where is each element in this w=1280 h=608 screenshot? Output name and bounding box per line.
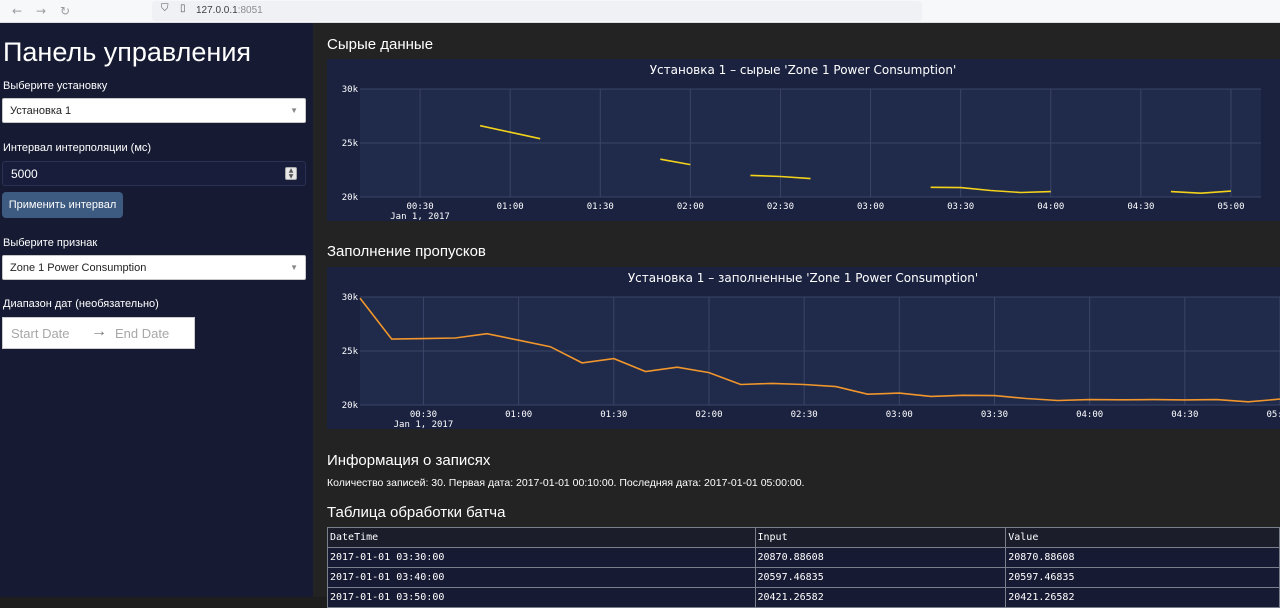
x-date-label: Jan 1, 2017	[390, 212, 450, 221]
column-header-datetime[interactable]: DateTime	[327, 527, 756, 548]
x-tick-label: 00:30	[410, 410, 437, 420]
x-tick-label: 00:30	[407, 202, 434, 212]
browser-toolbar: ← → ↻ ⛉ ▯ 127.0.0.1:8051	[0, 0, 1280, 23]
batch-table-header: Таблица обработки батча	[327, 504, 506, 521]
feature-select-value: Zone 1 Power Consumption	[10, 262, 147, 274]
y-tick-label: 20k	[342, 401, 359, 411]
x-tick-label: 03:30	[981, 410, 1008, 420]
feature-label: Выберите признак	[3, 237, 98, 249]
forward-icon[interactable]: →	[32, 2, 50, 20]
column-header-value[interactable]: Value	[1005, 527, 1280, 548]
plant-label: Выберите установку	[3, 80, 108, 92]
x-tick-label: 02:00	[695, 410, 722, 420]
table-cell: 20421.26582	[1005, 587, 1280, 608]
y-tick-label: 25k	[342, 347, 359, 357]
chart-title: Установка 1 – заполненные 'Zone 1 Power …	[628, 271, 978, 285]
sidebar-title: Панель управления	[3, 37, 252, 67]
x-tick-label: 05:00	[1217, 202, 1244, 212]
filled-chart-svg[interactable]: Установка 1 – заполненные 'Zone 1 Power …	[327, 267, 1280, 429]
x-tick-label: 01:00	[497, 202, 524, 212]
y-tick-label: 30k	[342, 85, 359, 95]
x-tick-label: 03:00	[857, 202, 884, 212]
interval-value: 5000	[11, 167, 38, 181]
x-tick-label: 04:00	[1076, 410, 1103, 420]
raw-data-header: Сырые данные	[327, 36, 434, 53]
feature-select[interactable]: Zone 1 Power Consumption ▼	[2, 255, 306, 280]
main-content: Сырые данные Установка 1 – сырые 'Zone 1…	[313, 23, 1280, 608]
x-tick-label: 02:30	[791, 410, 818, 420]
interval-label: Интервал интерполяции (мс)	[3, 142, 152, 154]
batch-table: DateTime Input Value 2017-01-01 03:30:00…	[327, 527, 1280, 608]
table-cell: 2017-01-01 03:50:00	[327, 587, 756, 608]
table-cell: 2017-01-01 03:40:00	[327, 567, 756, 588]
y-tick-label: 30k	[342, 293, 359, 303]
end-date-input[interactable]: End Date	[115, 326, 169, 341]
address-bar[interactable]: ⛉ ▯ 127.0.0.1:8051	[152, 1, 922, 21]
table-row: 2017-01-01 03:50:00 20421.26582 20421.26…	[327, 587, 1280, 608]
table-row: 2017-01-01 03:30:00 20870.88608 20870.88…	[327, 547, 1280, 568]
raw-chart-svg[interactable]: Установка 1 – сырые 'Zone 1 Power Consum…	[327, 59, 1280, 221]
raw-chart[interactable]: Установка 1 – сырые 'Zone 1 Power Consum…	[327, 59, 1280, 221]
table-row: 2017-01-01 03:40:00 20597.46835 20597.46…	[327, 567, 1280, 588]
date-range-picker[interactable]: Start Date → End Date	[2, 317, 195, 349]
records-info-header: Информация о записях	[327, 452, 491, 469]
spinner-icon[interactable]: ▲ ▼	[285, 167, 297, 180]
y-tick-label: 20k	[342, 193, 359, 203]
x-tick-label: 02:30	[767, 202, 794, 212]
table-cell: 2017-01-01 03:30:00	[327, 547, 756, 568]
x-date-label: Jan 1, 2017	[394, 420, 454, 429]
arrow-right-icon: →	[91, 323, 107, 340]
plant-select[interactable]: Установка 1 ▼	[2, 98, 306, 123]
interval-input[interactable]: 5000 ▲ ▼	[2, 161, 306, 186]
start-date-input[interactable]: Start Date	[11, 326, 70, 341]
sidebar: Панель управления Выберите установку Уст…	[0, 23, 313, 597]
back-icon[interactable]: ←	[8, 2, 26, 20]
chart-title: Установка 1 – сырые 'Zone 1 Power Consum…	[650, 63, 957, 77]
records-info-text: Количество записей: 30. Первая дата: 201…	[327, 477, 805, 489]
x-tick-label: 01:30	[600, 410, 627, 420]
x-tick-label: 02:00	[677, 202, 704, 212]
page-info-icon[interactable]: ▯	[180, 3, 186, 14]
url-text: 127.0.0.1:8051	[196, 5, 263, 16]
x-tick-label: 04:00	[1037, 202, 1064, 212]
apply-interval-button[interactable]: Применить интервал	[2, 192, 123, 218]
date-range-label: Диапазон дат (необязательно)	[3, 298, 159, 310]
chevron-down-icon: ▼	[290, 263, 298, 272]
x-tick-label: 03:30	[947, 202, 974, 212]
chevron-down-icon: ▼	[290, 106, 298, 115]
table-cell: 20421.26582	[754, 587, 1007, 608]
plant-select-value: Установка 1	[10, 105, 72, 117]
shield-icon: ⛉	[161, 3, 169, 14]
filled-data-header: Заполнение пропусков	[327, 243, 486, 260]
x-tick-label: 04:30	[1171, 410, 1198, 420]
x-tick-label: 01:30	[587, 202, 614, 212]
table-header-row: DateTime Input Value	[327, 527, 1280, 548]
table-cell: 20870.88608	[754, 547, 1007, 568]
x-tick-label: 05:00	[1266, 410, 1280, 420]
reload-icon[interactable]: ↻	[56, 2, 74, 20]
table-cell: 20597.46835	[754, 567, 1007, 588]
column-header-input[interactable]: Input	[754, 527, 1007, 548]
x-tick-label: 03:00	[886, 410, 913, 420]
y-tick-label: 25k	[342, 139, 359, 149]
table-cell: 20870.88608	[1005, 547, 1280, 568]
filled-chart[interactable]: Установка 1 – заполненные 'Zone 1 Power …	[327, 267, 1280, 429]
x-tick-label: 01:00	[505, 410, 532, 420]
table-cell: 20597.46835	[1005, 567, 1280, 588]
x-tick-label: 04:30	[1127, 202, 1154, 212]
